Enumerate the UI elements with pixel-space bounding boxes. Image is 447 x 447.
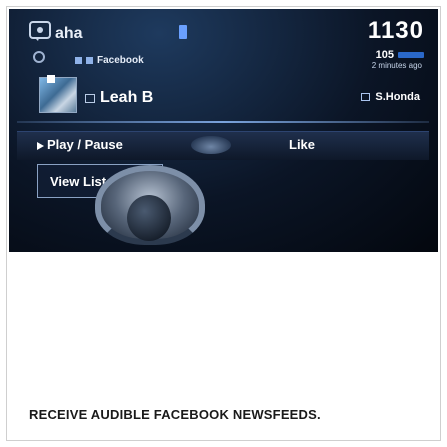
play-pause-label: Play / Pause [47,137,123,152]
avatar [39,77,77,113]
app-name: aha [55,25,83,42]
avatar-badge-icon [47,75,55,83]
station-icon [75,57,82,64]
photo-frame: aha 1130 105 2 minutes ago S.Honda Faceb… [6,6,441,441]
play-icon [37,141,44,150]
facebook-icon [86,57,93,64]
post-icon [85,93,95,103]
facebook-source-row: Facebook [75,55,144,66]
time-ago: 2 minutes ago [371,61,422,70]
like-count: 105 [375,49,394,61]
caption: RECEIVE AUDIBLE FACEBOOK NEWSFEEDS. [29,407,321,422]
sender-icon [361,93,371,101]
search-icon[interactable] [33,51,45,63]
controller-knob-center [127,195,171,241]
aha-app-icon [29,21,51,41]
car-display-screen: aha 1130 105 2 minutes ago S.Honda Faceb… [9,9,438,252]
sender-row: S.Honda [361,91,420,103]
post-name-row: Leah B [85,89,153,107]
like-bar-icon [398,52,424,58]
divider [17,121,429,123]
sender-name: S.Honda [375,91,420,103]
thumb-icon [191,136,231,154]
clock: 1130 [367,17,424,44]
like-count-row: 105 [376,49,424,61]
post-author: Leah B [100,89,154,106]
signal-icon [179,25,187,39]
play-pause-button[interactable]: Play / Pause [37,137,123,152]
facebook-label: Facebook [97,55,144,66]
view-list-label: View List [50,174,107,189]
like-button[interactable]: Like [289,137,315,152]
